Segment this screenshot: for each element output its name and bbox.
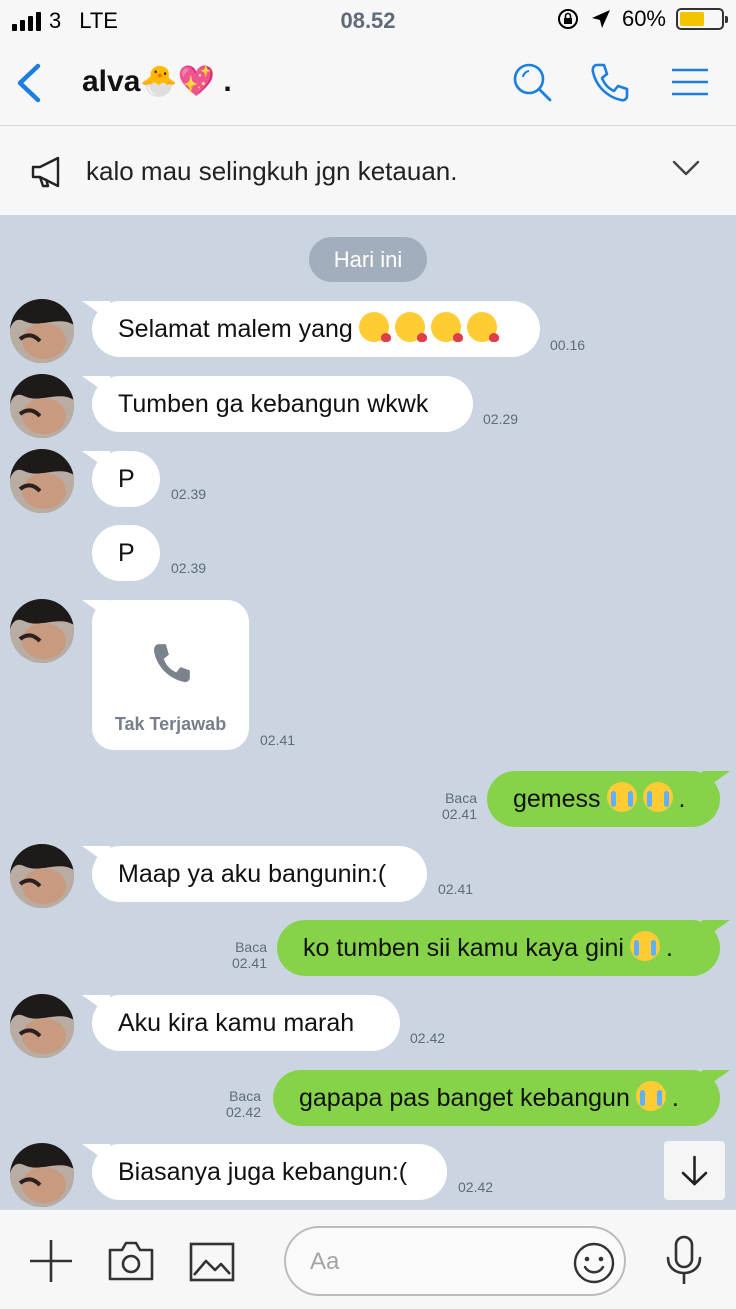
crying-emoji-icon bbox=[642, 782, 673, 813]
message-text: gemess bbox=[513, 785, 601, 813]
missed-call-label: Tak Terjawab bbox=[114, 714, 227, 734]
read-label: Baca bbox=[229, 1088, 261, 1104]
message-input[interactable] bbox=[310, 1246, 550, 1278]
read-receipt: Baca 02.42 bbox=[214, 1088, 261, 1120]
kiss-emoji-icon bbox=[394, 312, 427, 343]
battery-icon bbox=[676, 8, 728, 30]
megaphone-icon bbox=[31, 156, 60, 188]
location-arrow-icon bbox=[591, 10, 610, 28]
plus-icon[interactable] bbox=[28, 1238, 74, 1284]
read-label: Baca bbox=[445, 790, 477, 806]
message-time: 02.41 bbox=[441, 806, 477, 822]
back-chevron-icon[interactable] bbox=[10, 60, 50, 106]
message-bubble-incoming[interactable]: Aku kira kamu marah bbox=[92, 995, 400, 1051]
arrow-down-icon bbox=[681, 1155, 708, 1186]
avatar[interactable] bbox=[10, 1143, 74, 1207]
message-text: ko tumben sii kamu kaya gini bbox=[303, 934, 624, 962]
avatar[interactable] bbox=[10, 994, 74, 1058]
read-label: Baca bbox=[235, 939, 267, 955]
message-time: 02.41 bbox=[231, 955, 267, 971]
message-time: 02.39 bbox=[171, 560, 207, 576]
date-divider: Hari ini bbox=[309, 237, 427, 282]
message-bubble-incoming[interactable]: P bbox=[92, 451, 160, 507]
avatar[interactable] bbox=[10, 844, 74, 908]
avatar[interactable] bbox=[10, 449, 74, 513]
read-receipt: Baca 02.41 bbox=[220, 939, 267, 971]
message-bubble-incoming[interactable]: Maap ya aku bangunin:( bbox=[92, 846, 427, 902]
scroll-to-bottom-button[interactable] bbox=[664, 1141, 725, 1200]
message-text: Biasanya juga kebangun:( bbox=[118, 1158, 408, 1186]
message-text: P bbox=[118, 539, 135, 567]
message-time: 00.16 bbox=[550, 337, 586, 353]
missed-call-card[interactable]: Tak Terjawab bbox=[92, 600, 249, 750]
message-time: 02.41 bbox=[260, 732, 296, 748]
message-time: 02.42 bbox=[225, 1104, 261, 1120]
phone-call-icon[interactable] bbox=[587, 60, 631, 104]
message-suffix: . bbox=[671, 1084, 679, 1112]
message-text: Selamat malem yang bbox=[118, 315, 353, 343]
announcement-banner[interactable]: kalo mau selingkuh jgn ketauan. bbox=[0, 127, 736, 215]
message-bubble-incoming[interactable]: Selamat malem yang bbox=[92, 301, 540, 357]
kiss-emoji-icon bbox=[430, 312, 463, 343]
crying-emoji-icon bbox=[606, 782, 637, 813]
kiss-emoji-icon bbox=[358, 312, 391, 343]
message-composer[interactable] bbox=[284, 1226, 626, 1296]
crying-emoji-icon bbox=[629, 931, 660, 962]
kiss-emoji-icon bbox=[466, 312, 499, 343]
crying-emoji-icon bbox=[635, 1081, 666, 1112]
image-gallery-icon[interactable] bbox=[188, 1241, 236, 1283]
message-time: 02.39 bbox=[171, 486, 207, 502]
emoji-smiley-icon[interactable] bbox=[572, 1241, 616, 1285]
message-time: 02.42 bbox=[410, 1030, 446, 1046]
status-bar: 3 LTE 08.52 60% bbox=[0, 0, 736, 40]
message-bubble-incoming[interactable]: P bbox=[92, 525, 160, 581]
chevron-down-icon[interactable] bbox=[672, 159, 700, 177]
orientation-lock-icon bbox=[557, 9, 578, 29]
message-bubble-outgoing[interactable]: gapapa pas banget kebangun. bbox=[273, 1070, 720, 1126]
chat-header: alva🐣💖 . bbox=[0, 40, 736, 126]
avatar[interactable] bbox=[10, 599, 74, 663]
message-text: gapapa pas banget kebangun bbox=[299, 1084, 630, 1112]
message-text: Maap ya aku bangunin:( bbox=[118, 860, 387, 888]
message-bubble-incoming[interactable]: Tumben ga kebangun wkwk bbox=[92, 376, 473, 432]
message-time: 02.42 bbox=[458, 1179, 494, 1195]
message-bubble-outgoing[interactable]: gemess. bbox=[487, 771, 720, 827]
chat-area[interactable]: Hari ini Selamat malem yang 00.16 Tumben… bbox=[0, 215, 736, 1209]
menu-icon[interactable] bbox=[668, 60, 712, 104]
message-text: Tumben ga kebangun wkwk bbox=[118, 390, 429, 418]
phone-icon bbox=[154, 644, 190, 683]
read-receipt: Baca 02.41 bbox=[430, 790, 477, 822]
contact-name[interactable]: alva🐣💖 . bbox=[82, 64, 232, 99]
message-text: P bbox=[118, 465, 135, 493]
message-bubble-incoming[interactable]: Biasanya juga kebangun:( bbox=[92, 1144, 447, 1200]
message-suffix: . bbox=[678, 785, 686, 813]
message-time: 02.41 bbox=[438, 881, 474, 897]
input-toolbar bbox=[0, 1209, 736, 1309]
avatar[interactable] bbox=[10, 374, 74, 438]
microphone-icon[interactable] bbox=[664, 1234, 704, 1288]
camera-icon[interactable] bbox=[107, 1240, 155, 1282]
message-text: Aku kira kamu marah bbox=[118, 1009, 355, 1037]
message-bubble-outgoing[interactable]: ko tumben sii kamu kaya gini. bbox=[277, 920, 720, 976]
battery-percent: 60% bbox=[621, 6, 666, 31]
message-time: 02.29 bbox=[483, 411, 519, 427]
message-suffix: . bbox=[665, 934, 673, 962]
avatar[interactable] bbox=[10, 299, 74, 363]
search-icon[interactable] bbox=[510, 60, 554, 104]
announcement-text: kalo mau selingkuh jgn ketauan. bbox=[86, 156, 458, 186]
